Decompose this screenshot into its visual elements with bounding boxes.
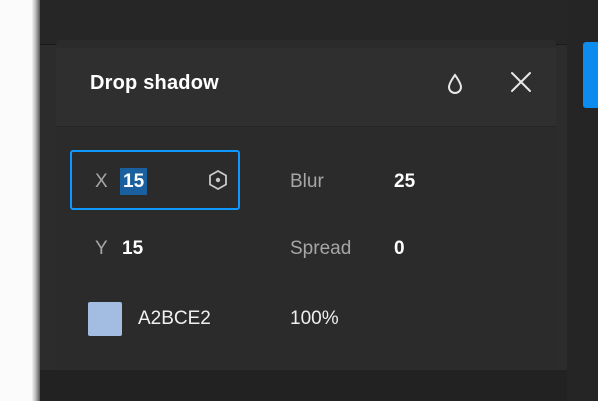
spread-label: Spread: [290, 238, 352, 259]
y-label: Y: [95, 238, 108, 259]
spread-input[interactable]: 0: [394, 238, 405, 260]
color-hex-input[interactable]: A2BCE2: [138, 308, 211, 330]
x-label: X: [95, 171, 108, 192]
blur-label: Blur: [290, 171, 324, 192]
drop-icon[interactable]: [446, 73, 464, 95]
panel-top-bar: [40, 0, 567, 45]
variable-hexagon-icon[interactable]: [207, 169, 229, 191]
x-input-value[interactable]: 15: [120, 168, 148, 195]
close-icon[interactable]: [509, 70, 533, 94]
color-swatch[interactable]: [88, 302, 122, 336]
panel-bottom-area: [40, 370, 567, 401]
opacity-input[interactable]: 100%: [290, 308, 339, 330]
selected-indicator[interactable]: [583, 42, 598, 108]
y-offset-input[interactable]: 15: [122, 238, 143, 260]
blur-input[interactable]: 25: [394, 171, 415, 193]
popover-title: Drop shadow: [90, 72, 219, 94]
